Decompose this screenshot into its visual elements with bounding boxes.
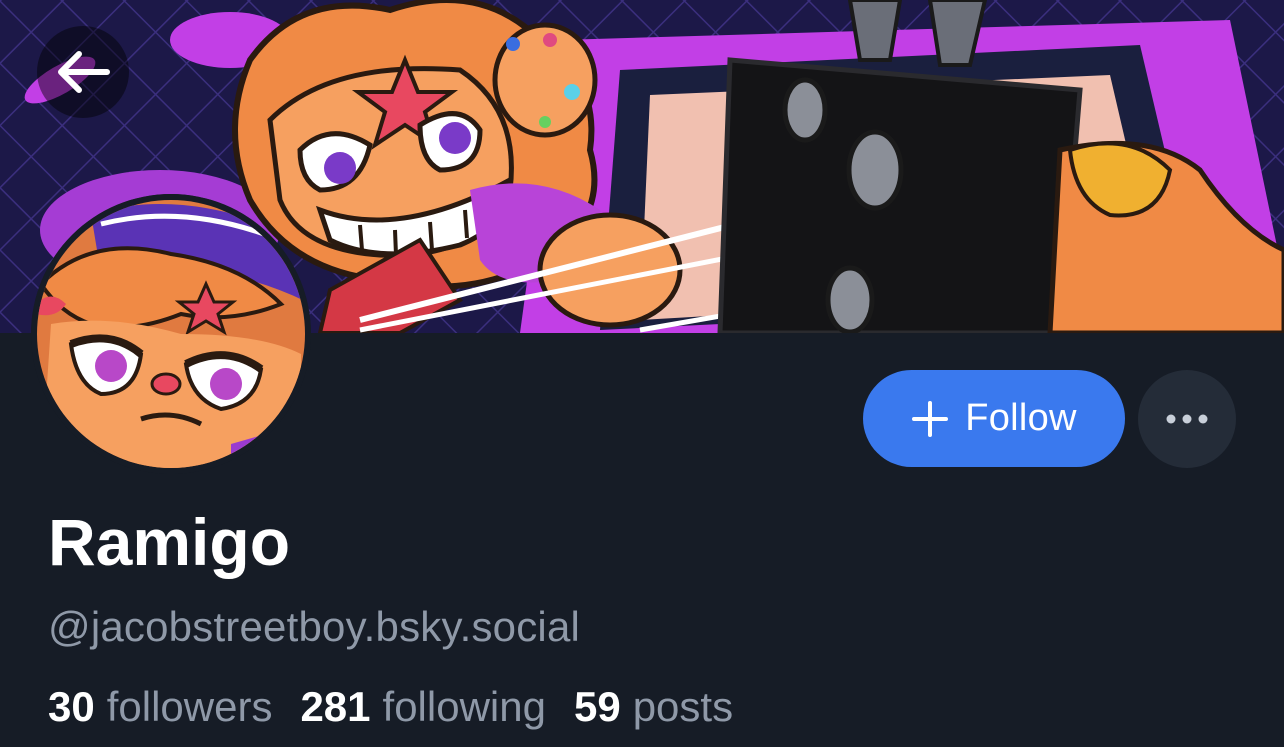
following-stat[interactable]: 281 following: [300, 680, 546, 734]
back-button[interactable]: [37, 26, 129, 118]
profile-page: Follow Ramigo @jacobstreetboy.bsky.socia…: [0, 0, 1284, 747]
profile-handle: @jacobstreetboy.bsky.social: [48, 603, 581, 650]
following-label: following: [382, 683, 546, 730]
more-options-button[interactable]: [1138, 370, 1236, 468]
plus-icon: [912, 400, 949, 437]
ellipsis-icon: [1166, 414, 1208, 424]
followers-stat[interactable]: 30 followers: [48, 680, 272, 734]
avatar[interactable]: [31, 194, 311, 474]
follow-button-label: Follow: [965, 397, 1077, 439]
profile-stats: 30 followers 281 following 59 posts: [48, 680, 761, 734]
avatar-image: [31, 194, 311, 474]
posts-count: 59: [573, 683, 621, 730]
following-count: 281: [300, 683, 371, 730]
followers-label: followers: [106, 683, 273, 730]
posts-label: posts: [632, 683, 734, 730]
display-name: Ramigo: [48, 505, 291, 579]
followers-count: 30: [48, 683, 95, 730]
posts-stat: 59 posts: [574, 680, 733, 734]
arrow-left-icon: [58, 51, 110, 93]
follow-button[interactable]: Follow: [863, 370, 1125, 467]
